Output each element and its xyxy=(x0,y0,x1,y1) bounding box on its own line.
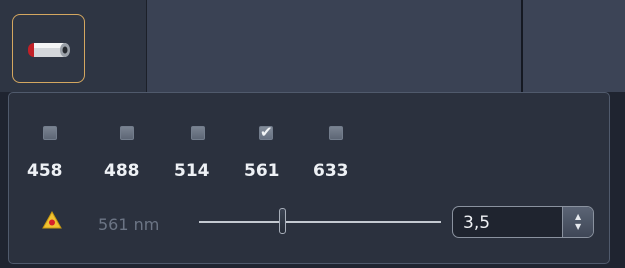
power-spinbox[interactable]: 3,5 ▲ ▼ xyxy=(452,206,594,238)
checkbox-633[interactable] xyxy=(329,126,343,140)
wavelength-label-514: 514 xyxy=(174,161,210,181)
laser-button[interactable] xyxy=(12,14,85,83)
wavelength-label-458: 458 xyxy=(27,161,63,181)
laser-warning-icon xyxy=(42,211,62,229)
laser-settings-panel: ✔ 458 488 514 561 633 561 nm 3,5 ▲ ▼ xyxy=(8,92,610,264)
toolbar-area xyxy=(147,0,521,92)
toolbar-right-area xyxy=(523,0,625,92)
wavelength-label-488: 488 xyxy=(104,161,140,181)
wavelength-label-561: 561 xyxy=(244,161,280,181)
checkbox-488[interactable] xyxy=(120,126,134,140)
top-toolbar xyxy=(0,0,625,92)
wavelength-label-633: 633 xyxy=(313,161,349,181)
power-slider-track[interactable] xyxy=(199,221,441,223)
checkbox-514[interactable] xyxy=(191,126,205,140)
power-value[interactable]: 3,5 xyxy=(463,213,490,233)
spin-up-icon[interactable]: ▲ xyxy=(575,213,581,221)
spin-down-icon[interactable]: ▼ xyxy=(575,223,581,231)
power-slider-thumb[interactable] xyxy=(279,208,286,234)
checkbox-458[interactable] xyxy=(43,126,57,140)
laser-tube-icon xyxy=(28,43,70,57)
checkbox-561[interactable]: ✔ xyxy=(259,123,273,141)
wavelength-readout: 561 nm xyxy=(98,215,160,234)
check-icon: ✔ xyxy=(260,123,273,141)
spin-buttons[interactable]: ▲ ▼ xyxy=(562,207,593,237)
